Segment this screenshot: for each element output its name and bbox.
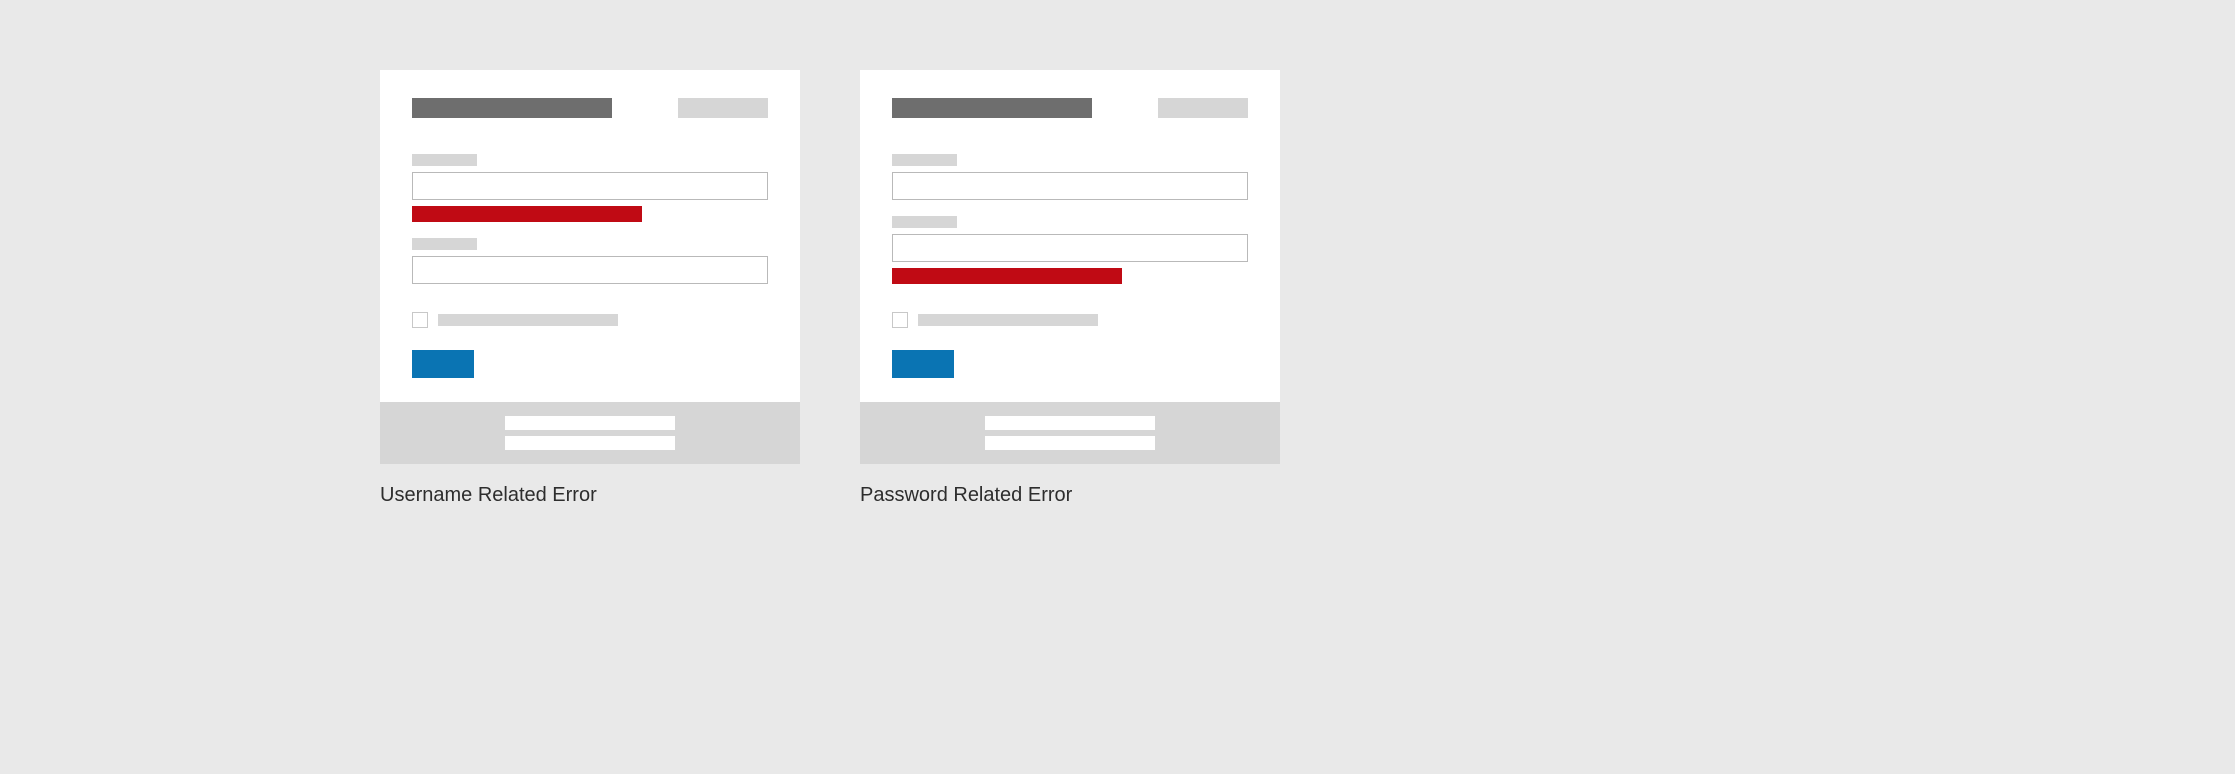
card-body [860, 70, 1280, 402]
password-label-placeholder [892, 216, 957, 228]
login-card [380, 70, 800, 464]
example-caption: Username Related Error [380, 484, 800, 507]
password-input[interactable] [892, 234, 1248, 262]
example-caption: Password Related Error [860, 484, 1280, 507]
subtitle-placeholder [1158, 98, 1248, 118]
remember-row [412, 312, 768, 328]
card-body [380, 70, 800, 402]
card-header [892, 98, 1248, 118]
login-card [860, 70, 1280, 464]
remember-checkbox[interactable] [412, 312, 428, 328]
card-footer [860, 402, 1280, 464]
remember-label-placeholder [918, 314, 1098, 326]
examples-row: Username Related Error [380, 70, 1280, 507]
remember-label-placeholder [438, 314, 618, 326]
submit-button[interactable] [412, 350, 474, 378]
remember-row [892, 312, 1248, 328]
password-label-placeholder [412, 238, 477, 250]
title-placeholder [892, 98, 1092, 118]
footer-link-2[interactable] [985, 436, 1155, 450]
card-footer [380, 402, 800, 464]
username-error-message [412, 206, 642, 222]
card-header [412, 98, 768, 118]
title-placeholder [412, 98, 612, 118]
username-field-group [892, 154, 1248, 200]
username-input[interactable] [892, 172, 1248, 200]
username-label-placeholder [892, 154, 957, 166]
example-username-error: Username Related Error [380, 70, 800, 507]
submit-button[interactable] [892, 350, 954, 378]
footer-link-2[interactable] [505, 436, 675, 450]
password-error-message [892, 268, 1122, 284]
footer-link-1[interactable] [985, 416, 1155, 430]
password-field-group [892, 216, 1248, 284]
username-label-placeholder [412, 154, 477, 166]
password-input[interactable] [412, 256, 768, 284]
footer-link-1[interactable] [505, 416, 675, 430]
username-input[interactable] [412, 172, 768, 200]
remember-checkbox[interactable] [892, 312, 908, 328]
password-field-group [412, 238, 768, 284]
example-password-error: Password Related Error [860, 70, 1280, 507]
subtitle-placeholder [678, 98, 768, 118]
username-field-group [412, 154, 768, 222]
